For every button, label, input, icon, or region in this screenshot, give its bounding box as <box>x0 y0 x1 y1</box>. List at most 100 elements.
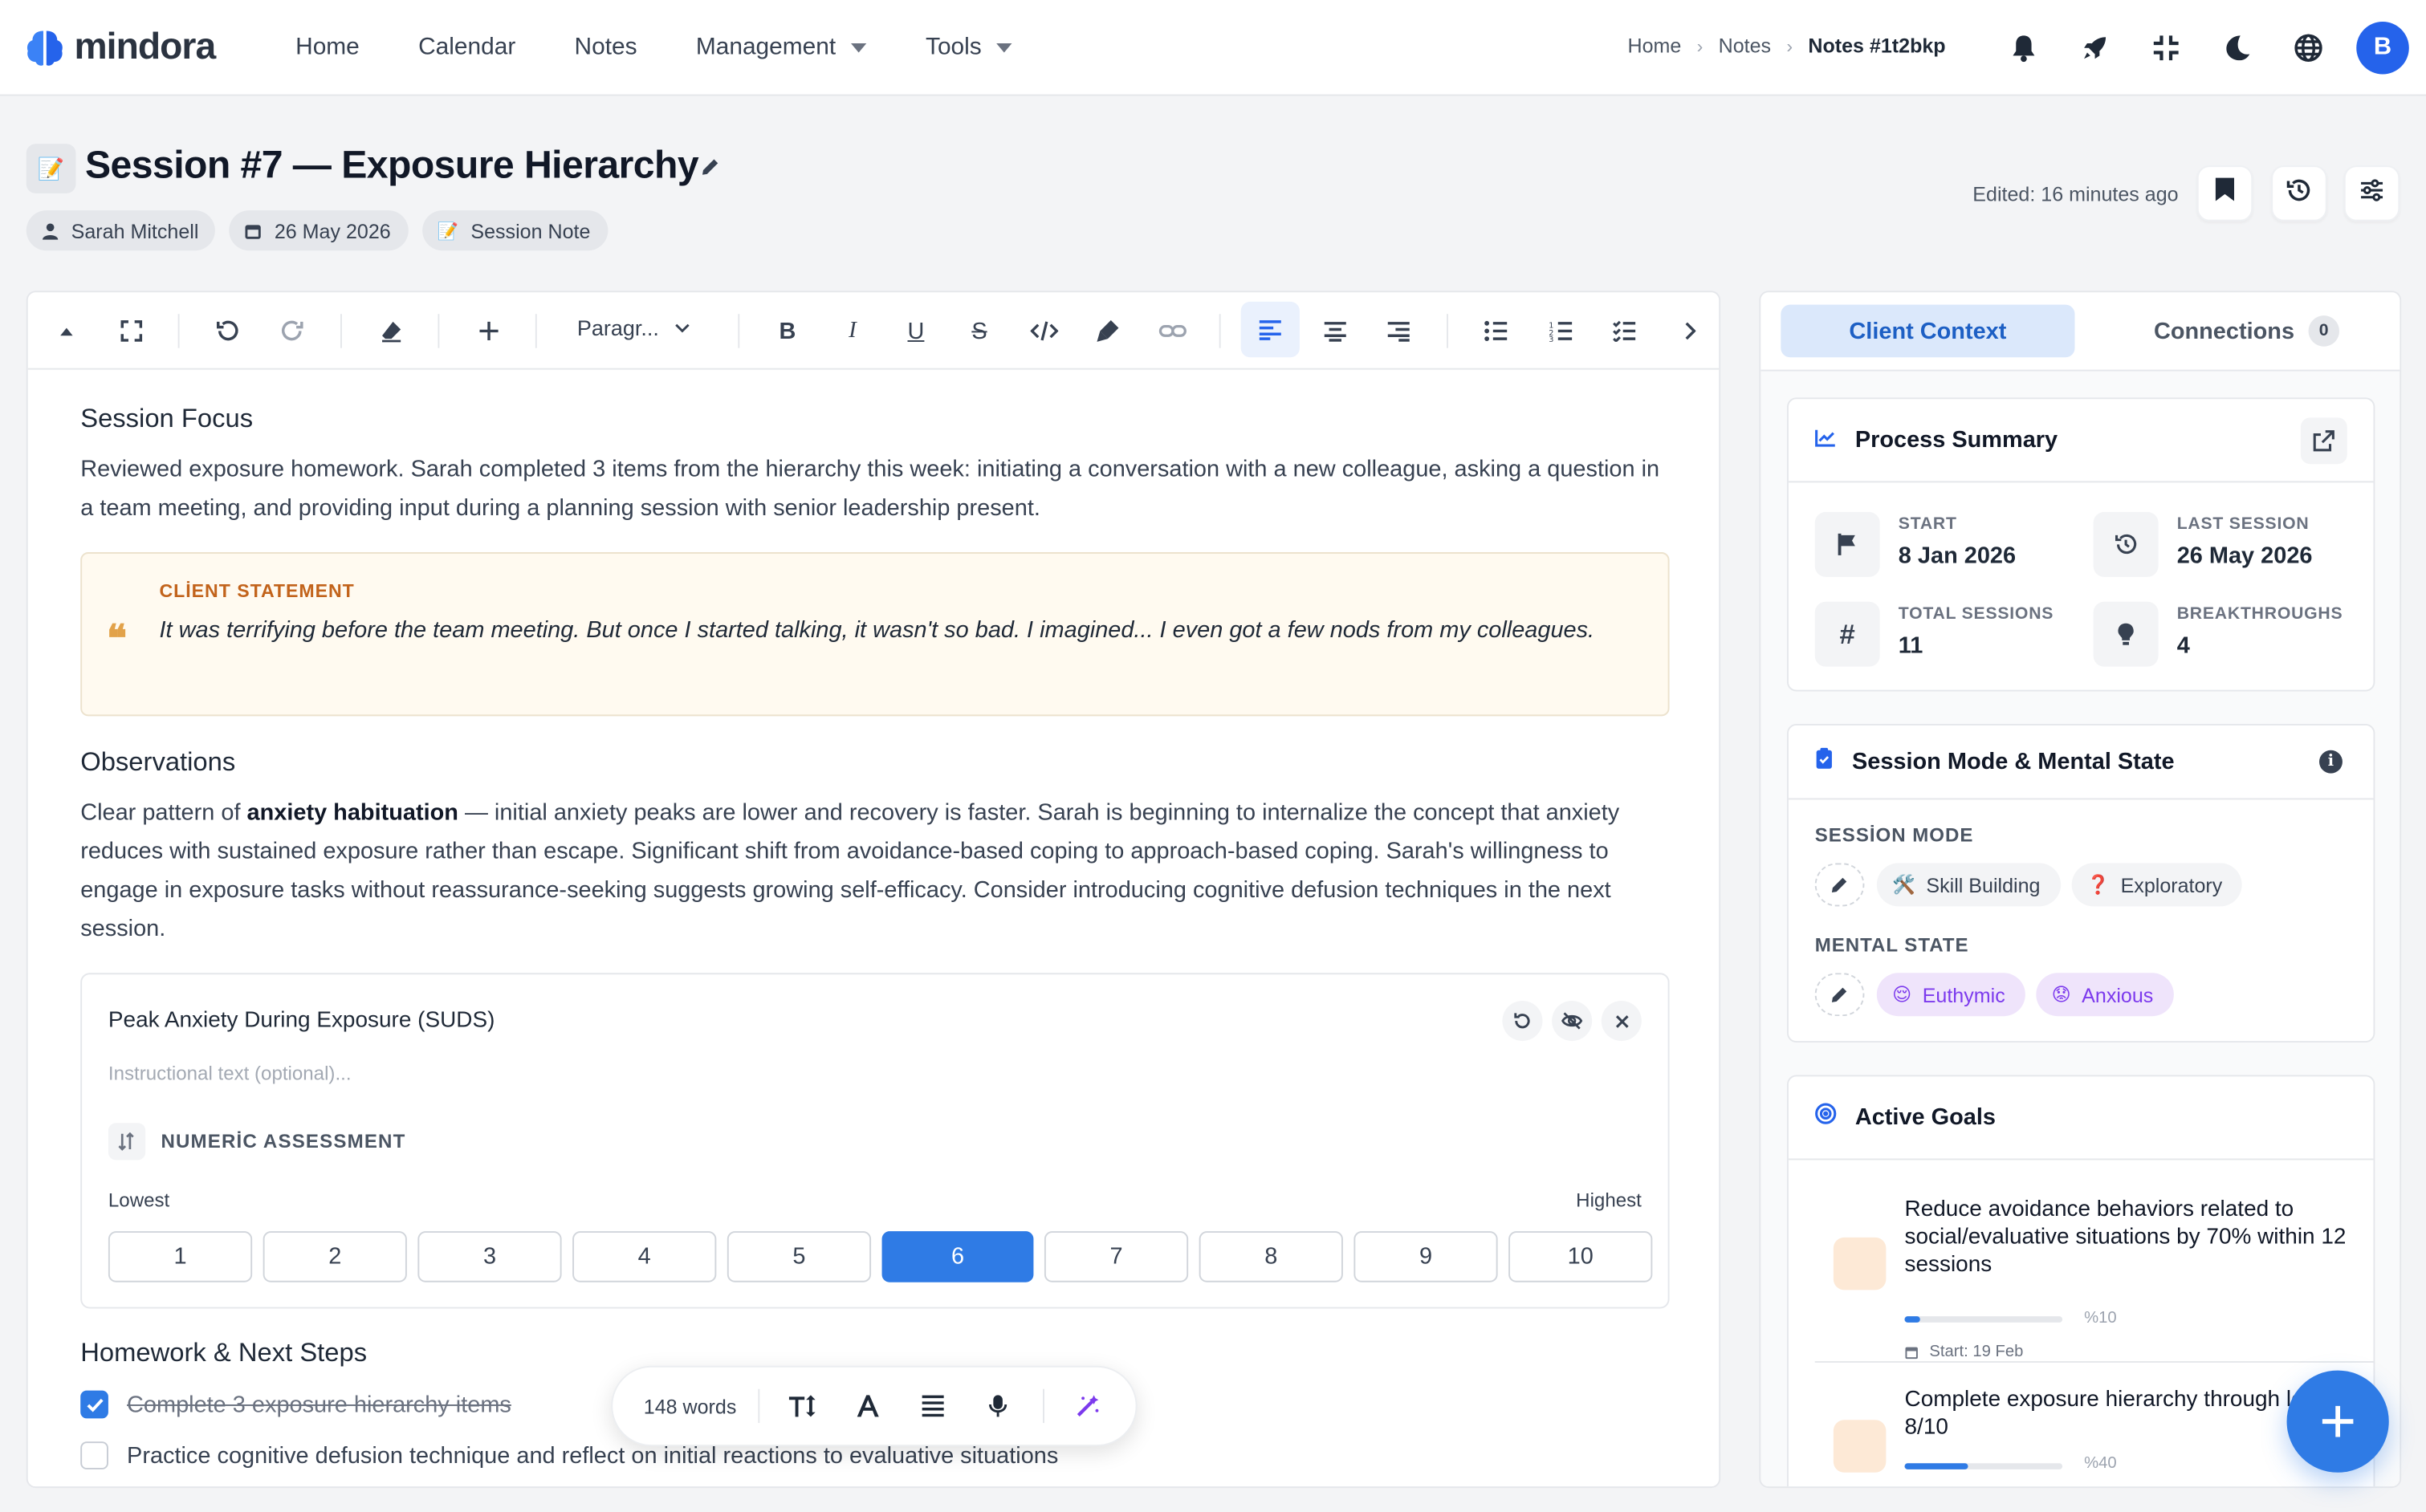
info-icon[interactable]: i <box>2319 750 2343 774</box>
checkbox-unchecked[interactable] <box>80 1441 108 1469</box>
nav-home[interactable]: Home <box>295 33 360 61</box>
rating-option-6[interactable]: 6 <box>881 1231 1034 1282</box>
code-icon[interactable] <box>1018 309 1071 352</box>
rating-option-4[interactable]: 4 <box>572 1231 717 1282</box>
external-link-icon[interactable] <box>2300 417 2347 465</box>
stat-start-label: START <box>1898 514 1957 534</box>
rating-option-9[interactable]: 9 <box>1353 1231 1498 1282</box>
magic-wand-icon[interactable] <box>1066 1384 1109 1428</box>
session-mode-title: Session Mode & Mental State <box>1851 748 2175 775</box>
note-type-chip[interactable]: 📝 Session Note <box>421 210 608 251</box>
tab-connections[interactable]: Connections 0 <box>2107 305 2386 358</box>
state-pill-euthymic[interactable]: 😌 Euthymic <box>1876 973 2025 1017</box>
checkbox-checked[interactable] <box>80 1390 108 1419</box>
rating-option-1[interactable]: 1 <box>108 1231 253 1282</box>
numeric-assessment-block: Peak Anxiety During Exposure (SUDS) Inst… <box>80 973 1670 1309</box>
align-left-icon[interactable] <box>1240 301 1300 358</box>
bell-icon[interactable] <box>2004 23 2044 73</box>
state-pill-label: Anxious <box>2082 982 2154 1006</box>
italic-icon[interactable]: I <box>826 309 879 352</box>
client-statement-callout[interactable]: CLİENT STATEMENT ❝ It was terrifying bef… <box>80 552 1670 717</box>
align-center-icon[interactable] <box>1309 309 1362 352</box>
mode-pill-label: Exploratory <box>2120 872 2223 896</box>
bullet-list-icon[interactable] <box>1470 309 1523 352</box>
rating-option-3[interactable]: 3 <box>417 1231 562 1282</box>
nav-management[interactable]: Management <box>696 33 867 61</box>
tab-client-context[interactable]: Client Context <box>1781 304 2075 358</box>
assessment-title[interactable]: Peak Anxiety During Exposure (SUDS) <box>108 1009 495 1034</box>
todo-item[interactable]: Complete 3 exposure hierarchy items <box>80 1390 511 1419</box>
edit-mental-state-button[interactable] <box>1814 973 1865 1017</box>
globe-icon[interactable] <box>2288 23 2328 73</box>
nav-notes[interactable]: Notes <box>575 33 637 61</box>
collapse-icon[interactable] <box>2146 23 2186 73</box>
eye-off-icon[interactable] <box>1552 1000 1593 1042</box>
rating-option-5[interactable]: 5 <box>727 1231 872 1282</box>
collapse-toolbar-icon[interactable] <box>40 309 93 352</box>
nav-home-label: Home <box>295 33 360 60</box>
sliders-icon <box>2359 177 2384 209</box>
fullscreen-icon[interactable] <box>105 309 158 352</box>
stat-start-value: 8 Jan 2026 <box>1898 543 2017 570</box>
breadcrumb-notes[interactable]: Notes <box>1719 34 1771 57</box>
add-fab-button[interactable] <box>2286 1370 2389 1473</box>
line-spacing-icon[interactable] <box>911 1384 955 1428</box>
edit-session-mode-button[interactable] <box>1814 863 1865 907</box>
mode-pill-exploratory[interactable]: ❓ Exploratory <box>2070 863 2243 907</box>
rating-option-7[interactable]: 7 <box>1044 1231 1189 1282</box>
logo[interactable]: mindora <box>25 26 242 69</box>
chart-line-icon <box>1815 426 1837 454</box>
observations-prefix: Clear pattern of <box>80 799 247 827</box>
panel-tabs: Client Context Connections 0 <box>1760 292 2400 372</box>
state-pill-anxious[interactable]: 😟 Anxious <box>2036 973 2174 1017</box>
strikethrough-icon[interactable]: S <box>953 309 1006 352</box>
highlighter-icon[interactable] <box>1081 309 1134 352</box>
history-button[interactable] <box>2271 165 2327 222</box>
goal-text: Complete exposure hierarchy through leve… <box>1904 1387 2333 1441</box>
plus-icon[interactable] <box>462 309 515 352</box>
goal-progress-fill <box>1904 1316 1921 1323</box>
microphone-icon[interactable] <box>976 1384 1020 1428</box>
rating-option-10[interactable]: 10 <box>1508 1231 1653 1282</box>
align-right-icon[interactable] <box>1373 309 1426 352</box>
observations-text[interactable]: Clear pattern of anxiety habituation — i… <box>80 794 1669 949</box>
nav-tools[interactable]: Tools <box>926 33 1013 61</box>
assessment-instruction-input[interactable]: Instructional text (optional)... <box>108 1063 352 1084</box>
numbered-list-icon[interactable]: 123 <box>1535 309 1588 352</box>
moon-icon[interactable] <box>2217 23 2257 73</box>
session-focus-text[interactable]: Reviewed exposure homework. Sarah comple… <box>80 450 1669 527</box>
editor-toolbar: Paragr... B I U S 123 <box>27 292 1720 370</box>
chevron-right-icon[interactable] <box>1663 309 1716 352</box>
rating-option-2[interactable]: 2 <box>263 1231 407 1282</box>
close-icon[interactable] <box>1601 1000 1642 1042</box>
plus-icon <box>2322 1405 2354 1437</box>
nav-calendar[interactable]: Calendar <box>418 33 515 61</box>
quote-icon: ❝ <box>106 616 127 660</box>
checklist-icon[interactable] <box>1598 309 1651 352</box>
hash-icon: # <box>1814 601 1880 667</box>
goal-start-date: Start: 19 Feb <box>1929 1342 2024 1362</box>
note-type: Session Note <box>470 218 591 242</box>
rocket-icon[interactable] <box>2075 23 2115 73</box>
font-family-icon[interactable] <box>846 1384 889 1428</box>
block-type-select[interactable]: Paragr... <box>577 315 690 340</box>
settings-button[interactable] <box>2343 165 2400 222</box>
rating-option-8[interactable]: 8 <box>1199 1231 1343 1282</box>
client-chip[interactable]: Sarah Mitchell <box>26 210 216 251</box>
link-icon[interactable] <box>1146 309 1199 352</box>
date-chip[interactable]: 26 May 2026 <box>229 210 408 251</box>
reset-icon[interactable] <box>1502 1000 1543 1042</box>
font-size-icon[interactable] <box>781 1384 824 1428</box>
edit-title-pencil-icon[interactable] <box>699 156 721 186</box>
undo-icon[interactable] <box>201 309 254 352</box>
breadcrumb-home[interactable]: Home <box>1628 34 1682 57</box>
user-avatar[interactable]: B <box>2356 21 2409 75</box>
mode-pill-skill-building[interactable]: 🛠️ Skill Building <box>1876 863 2061 907</box>
underline-icon[interactable]: U <box>889 309 942 352</box>
bookmark-button[interactable] <box>2196 165 2253 222</box>
block-type-label: Paragr... <box>576 315 659 341</box>
eraser-icon[interactable] <box>365 309 418 352</box>
redo-icon[interactable] <box>266 309 319 352</box>
stat-total-sessions: # TOTAL SESSIONS 11 <box>1814 601 2078 670</box>
bold-icon[interactable]: B <box>761 309 814 352</box>
